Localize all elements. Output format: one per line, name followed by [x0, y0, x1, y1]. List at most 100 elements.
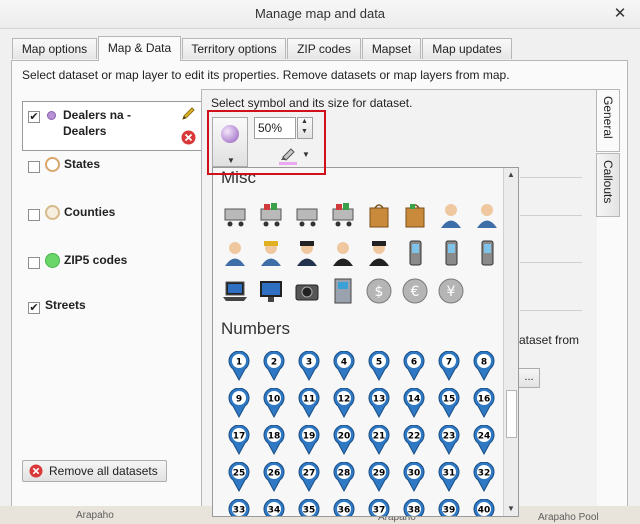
shopping-bag-gifts-icon[interactable]: [401, 201, 429, 229]
dollar-coin-icon[interactable]: $: [365, 277, 393, 305]
dataset-label-dealers-2: Dealers: [63, 124, 107, 138]
tab-callouts[interactable]: Callouts: [596, 153, 620, 217]
user-icon[interactable]: [221, 239, 249, 267]
number-pin-27[interactable]: 27: [297, 461, 321, 493]
businessman-icon[interactable]: [437, 201, 465, 229]
number-pin-20[interactable]: 20: [332, 424, 356, 456]
number-pin-2[interactable]: 2: [262, 350, 286, 382]
number-pin-10[interactable]: 10: [262, 387, 286, 419]
tab-zip-codes[interactable]: ZIP codes: [287, 38, 361, 59]
shopping-cart-empty-icon[interactable]: [293, 201, 321, 229]
number-pin-35[interactable]: 35: [297, 498, 321, 516]
number-pin-34[interactable]: 34: [262, 498, 286, 516]
agent-icon[interactable]: [329, 239, 357, 267]
delete-dataset-icon[interactable]: [181, 130, 196, 145]
number-pin-38[interactable]: 38: [402, 498, 426, 516]
number-pin-1[interactable]: 1: [227, 350, 251, 382]
flip-phone-icon[interactable]: [437, 239, 465, 267]
number-pin-39[interactable]: 39: [437, 498, 461, 516]
number-pin-33[interactable]: 33: [227, 498, 251, 516]
number-pin-17[interactable]: 17: [227, 424, 251, 456]
number-pin-11[interactable]: 11: [297, 387, 321, 419]
scroll-up-icon[interactable]: ▲: [507, 170, 515, 179]
svg-text:€: €: [411, 284, 420, 300]
number-pin-5[interactable]: 5: [367, 350, 391, 382]
number-pin-21[interactable]: 21: [367, 424, 391, 456]
window-title: Manage map and data: [254, 6, 386, 21]
dataset-checkbox-streets[interactable]: ✔: [28, 302, 40, 314]
tab-mapset[interactable]: Mapset: [362, 38, 421, 59]
number-pin-13[interactable]: 13: [367, 387, 391, 419]
shopping-bag-icon[interactable]: [365, 201, 393, 229]
tab-general[interactable]: General: [596, 89, 620, 152]
edit-pencil-icon[interactable]: [180, 106, 196, 122]
number-pin-30[interactable]: 30: [402, 461, 426, 493]
scrollbar-thumb[interactable]: [506, 390, 517, 438]
number-pin-23[interactable]: 23: [437, 424, 461, 456]
police-officer-icon[interactable]: [293, 239, 321, 267]
businessman-2-icon[interactable]: [473, 201, 501, 229]
number-pin-28[interactable]: 28: [332, 461, 356, 493]
scroll-down-icon[interactable]: ▼: [507, 504, 515, 513]
dataset-checkbox-states[interactable]: [28, 161, 40, 173]
mobile-phone-icon[interactable]: [401, 239, 429, 267]
desktop-computer-icon[interactable]: [257, 277, 285, 305]
number-pin-32[interactable]: 32: [472, 461, 496, 493]
tab-map-and-data[interactable]: Map & Data: [98, 36, 181, 61]
number-pin-16[interactable]: 16: [472, 387, 496, 419]
dataset-label-zip5: ZIP5 codes: [64, 253, 128, 267]
atm-icon[interactable]: [329, 277, 357, 305]
number-pin-29[interactable]: 29: [367, 461, 391, 493]
shopping-cart-gifts-icon[interactable]: [329, 201, 357, 229]
close-icon[interactable]: ✕: [612, 6, 628, 22]
svg-text:34: 34: [268, 506, 281, 516]
number-pin-31[interactable]: 31: [437, 461, 461, 493]
browse-button[interactable]: ...: [518, 368, 540, 388]
number-pin-24[interactable]: 24: [472, 424, 496, 456]
number-pin-36[interactable]: 36: [332, 498, 356, 516]
symbol-prompt: Select symbol and its size for dataset.: [211, 96, 413, 110]
number-pin-25[interactable]: 25: [227, 461, 251, 493]
smartphone-icon[interactable]: [473, 239, 501, 267]
number-pin-19[interactable]: 19: [297, 424, 321, 456]
svg-text:6: 6: [411, 358, 417, 368]
tab-map-options[interactable]: Map options: [12, 38, 97, 59]
number-pin-37[interactable]: 37: [367, 498, 391, 516]
number-pin-9[interactable]: 9: [227, 387, 251, 419]
number-pin-40[interactable]: 40: [472, 498, 496, 516]
tab-map-updates[interactable]: Map updates: [422, 38, 512, 59]
instruction-text: Select dataset or map layer to edit its …: [22, 68, 510, 82]
number-pin-3[interactable]: 3: [297, 350, 321, 382]
euro-coin-icon[interactable]: €: [401, 277, 429, 305]
svg-text:38: 38: [408, 506, 421, 516]
number-pin-4[interactable]: 4: [332, 350, 356, 382]
camera-icon[interactable]: [293, 277, 321, 305]
number-pin-22[interactable]: 22: [402, 424, 426, 456]
number-pin-12[interactable]: 12: [332, 387, 356, 419]
laptop-icon[interactable]: [221, 277, 249, 305]
divider: [520, 215, 582, 216]
number-pin-15[interactable]: 15: [437, 387, 461, 419]
dataset-checkbox-zip5[interactable]: [28, 257, 40, 269]
number-pin-7[interactable]: 7: [437, 350, 461, 382]
worker-icon[interactable]: [257, 239, 285, 267]
zip5-symbol-icon: [45, 253, 60, 268]
number-pin-8[interactable]: 8: [472, 350, 496, 382]
remove-icon: [29, 464, 43, 478]
yen-coin-icon[interactable]: ¥: [437, 277, 465, 305]
dataset-checkbox-dealers[interactable]: ✔: [28, 111, 40, 123]
dataset-checkbox-counties[interactable]: [28, 209, 40, 221]
popup-scrollbar[interactable]: ▲ ▼: [503, 168, 518, 516]
number-pin-18[interactable]: 18: [262, 424, 286, 456]
shopping-cart-full-icon[interactable]: [257, 201, 285, 229]
number-pin-26[interactable]: 26: [262, 461, 286, 493]
number-pin-14[interactable]: 14: [402, 387, 426, 419]
spy-icon[interactable]: [365, 239, 393, 267]
number-pin-6[interactable]: 6: [402, 350, 426, 382]
shopping-cart-icon[interactable]: [221, 201, 249, 229]
svg-text:5: 5: [376, 358, 382, 368]
symbol-picker-popup[interactable]: Misc $ € ¥ Numbers 1 2 3 4 5 6 7 8 9 10 11 12 13 14 15 16…: [212, 167, 519, 517]
tab-territory-options[interactable]: Territory options: [182, 38, 286, 59]
svg-text:37: 37: [373, 506, 386, 516]
svg-text:9: 9: [236, 395, 242, 405]
